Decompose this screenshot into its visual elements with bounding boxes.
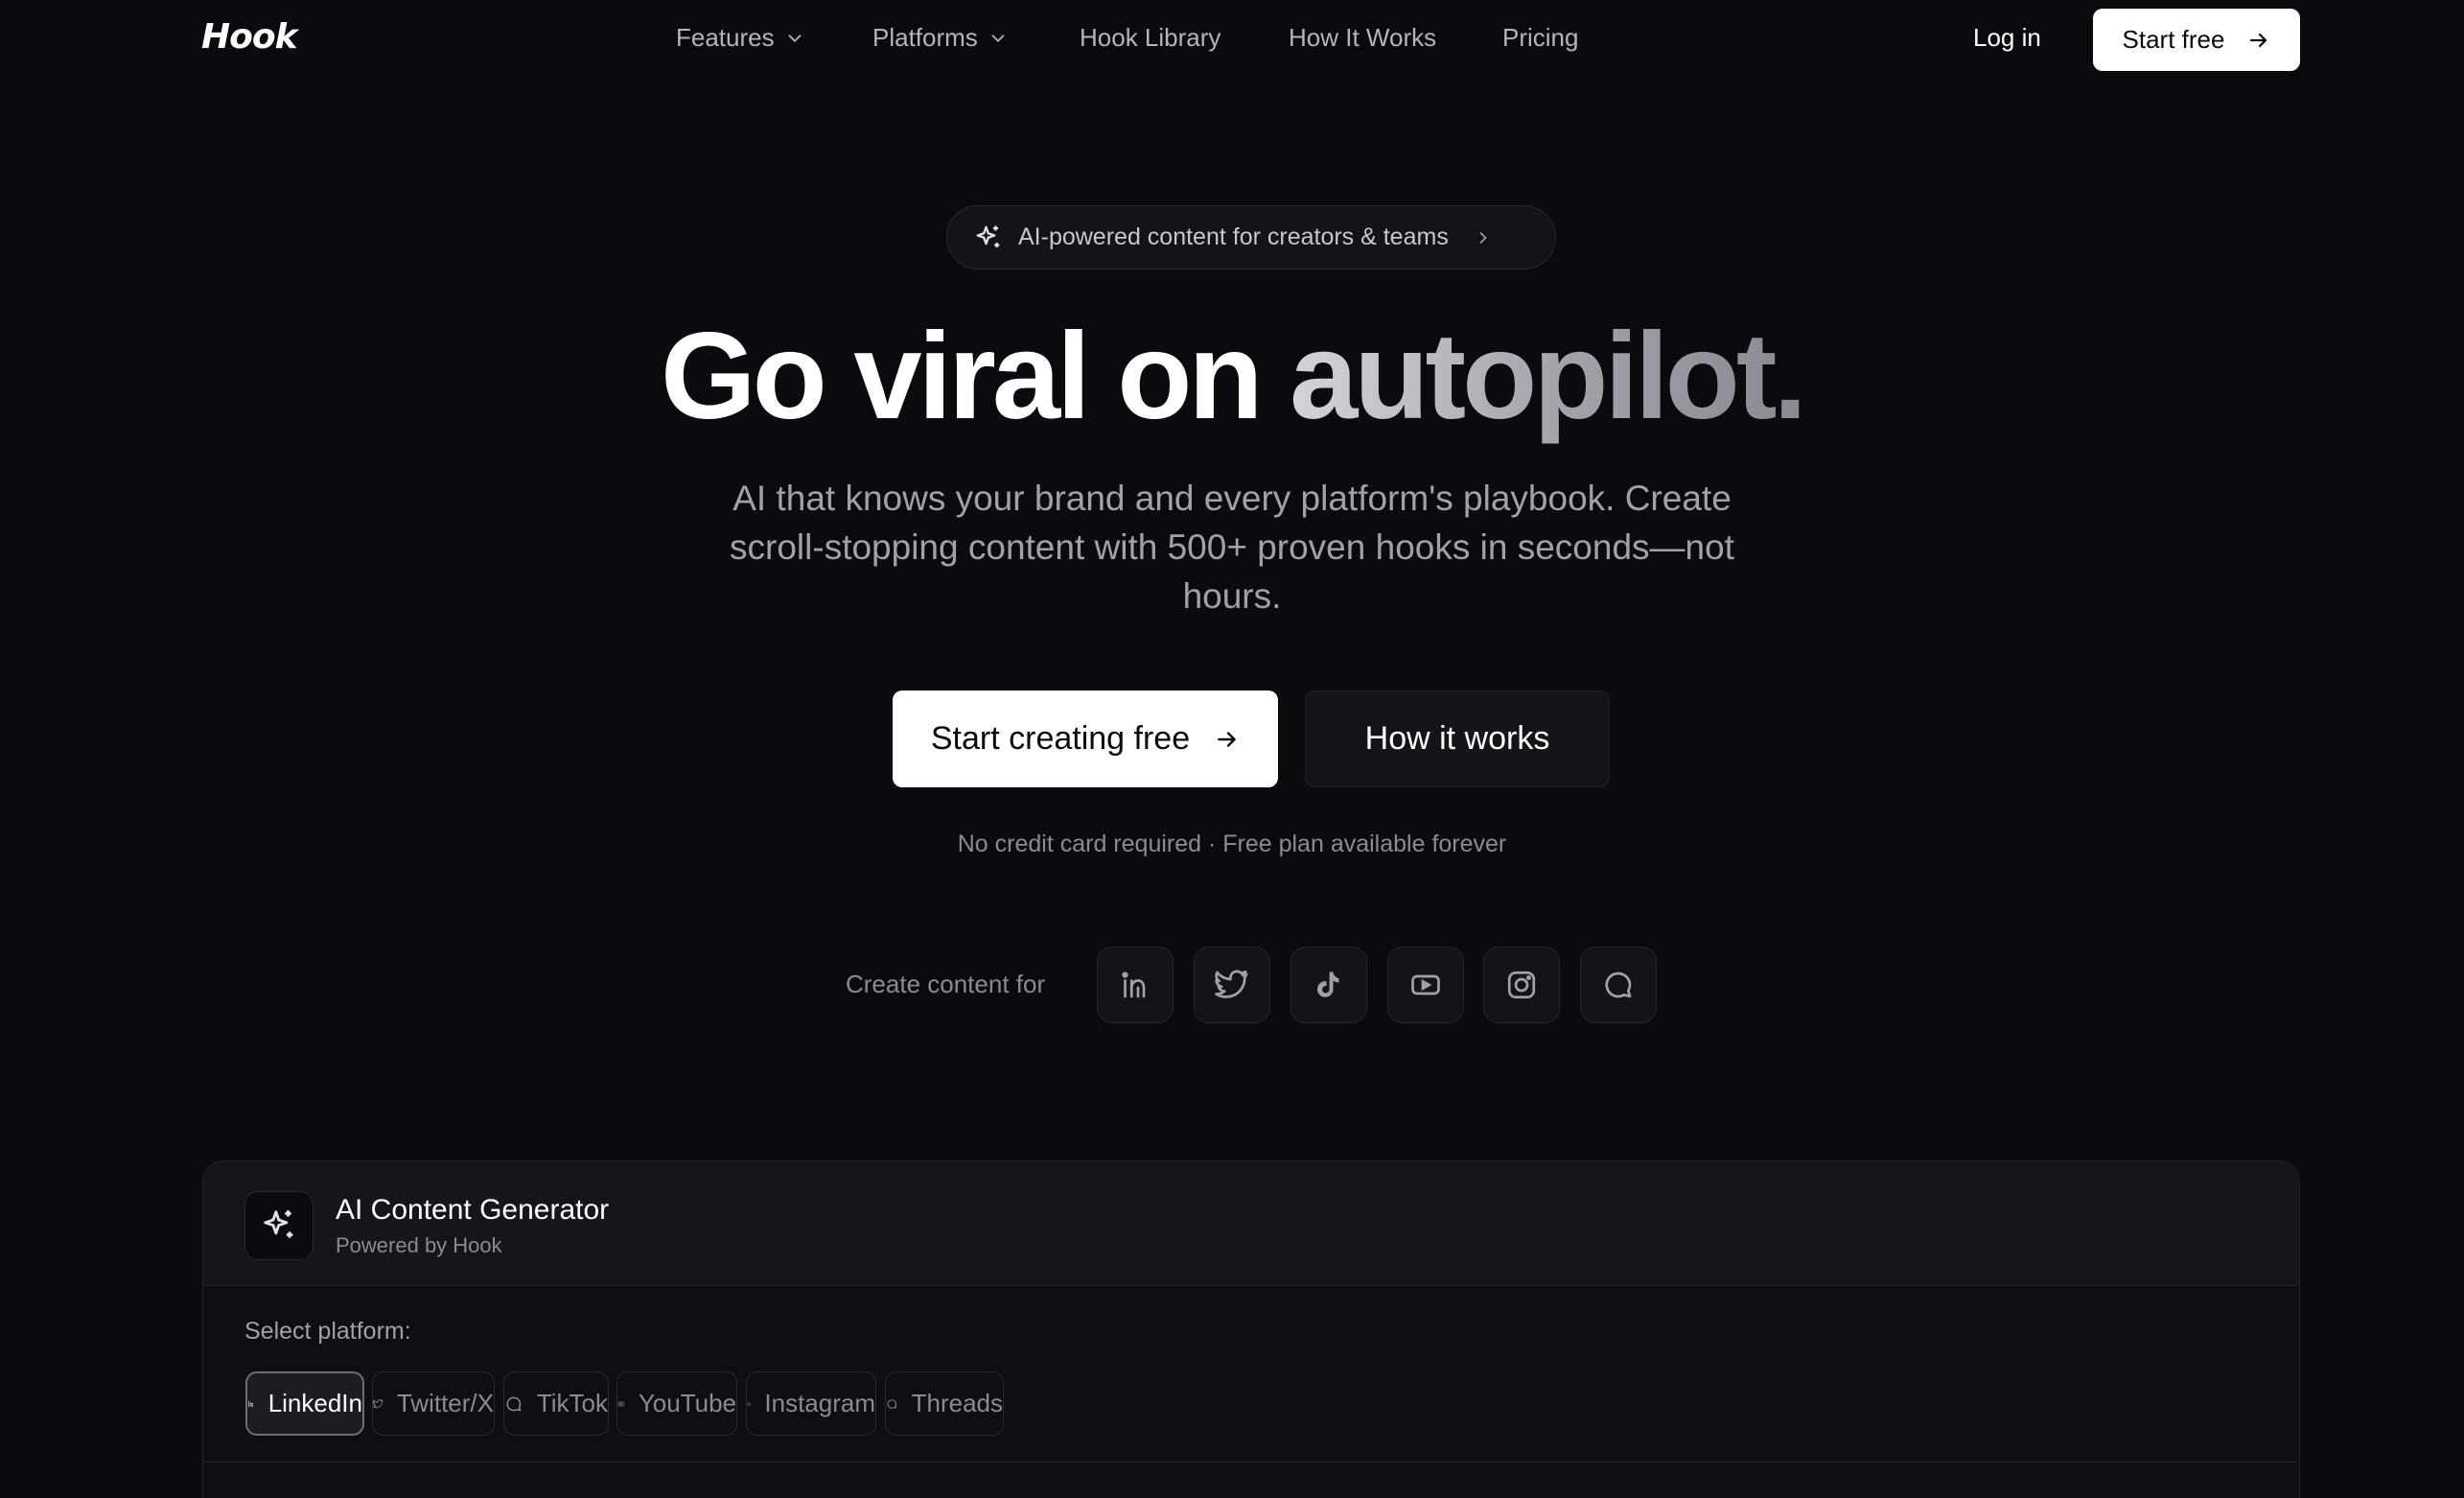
card-icon-box	[244, 1191, 314, 1260]
headline-gradient: autopilot.	[1290, 308, 1807, 445]
how-it-works-button[interactable]: How it works	[1305, 690, 1610, 787]
login-link[interactable]: Log in	[1973, 23, 2041, 53]
nav-how-it-works[interactable]: How It Works	[1289, 23, 1436, 53]
instagram-icon	[747, 1401, 751, 1406]
badge-text: AI-powered content for creators & teams	[1018, 223, 1449, 250]
start-creating-label: Start creating free	[930, 720, 1191, 757]
youtube-icon	[1411, 974, 1440, 995]
twitter-icon	[373, 1398, 384, 1408]
headline-white: Go viral on	[661, 308, 1290, 445]
linkedin-icon	[247, 1400, 254, 1407]
arrow-right-icon	[2250, 33, 2267, 47]
platform-twitter[interactable]	[1194, 947, 1270, 1023]
start-free-button[interactable]: Start free	[2093, 9, 2300, 71]
card-subtitle: Powered by Hook	[336, 1233, 502, 1257]
youtube-icon	[617, 1401, 625, 1406]
start-free-label: Start free	[2122, 25, 2225, 54]
instagram-icon	[1507, 971, 1536, 999]
chip-tiktok[interactable]: TikTok	[503, 1371, 609, 1436]
platform-youtube[interactable]	[1387, 947, 1464, 1023]
hero-headline: Go viral on autopilot.	[0, 305, 2464, 449]
sparkles-icon	[976, 225, 1000, 247]
nav-hook-library[interactable]: Hook Library	[1080, 23, 1220, 53]
chip-instagram-label: Instagram	[764, 1389, 875, 1417]
tiktok-icon	[1317, 971, 1339, 997]
top-header: Hook Features Platforms Hook Library How…	[0, 0, 2464, 81]
card-title: AI Content Generator	[336, 1194, 610, 1226]
ai-content-generator-card: AI Content Generator Powered by Hook Sel…	[202, 1160, 2300, 1498]
platform-threads[interactable]	[1580, 947, 1657, 1023]
chip-threads-label: Threads	[911, 1389, 1003, 1417]
nav-pricing-label: Pricing	[1502, 23, 1579, 52]
start-creating-button[interactable]: Start creating free	[893, 690, 1278, 787]
platform-instagram[interactable]	[1483, 947, 1560, 1023]
sparkles-icon	[264, 1210, 293, 1238]
nav-features-label: Features	[676, 23, 775, 52]
chevron-down-icon	[991, 34, 1005, 42]
chip-twitter-label: Twitter/X	[396, 1389, 494, 1417]
chip-youtube[interactable]: YouTube	[616, 1371, 737, 1436]
platform-linkedin[interactable]	[1097, 947, 1174, 1023]
chat-bubble-icon	[887, 1398, 896, 1409]
nav-features[interactable]: Features	[676, 23, 805, 53]
twitter-icon	[1215, 970, 1248, 998]
chip-linkedin[interactable]: LinkedIn	[245, 1371, 364, 1436]
create-for-label: Create content for	[846, 970, 1046, 998]
card-divider	[203, 1462, 2299, 1463]
nav-platforms-label: Platforms	[872, 23, 978, 52]
hero-subhead: AI that knows your brand and every platf…	[730, 479, 1734, 616]
nav-how-it-works-label: How It Works	[1289, 23, 1437, 52]
platform-tiktok[interactable]	[1290, 947, 1367, 1023]
linkedin-icon	[1122, 971, 1146, 998]
no-credit-card-note: No credit card required · Free plan avai…	[957, 831, 1507, 857]
chevron-down-icon	[788, 34, 802, 42]
nav-hook-library-label: Hook Library	[1080, 23, 1221, 52]
select-platform-label: Select platform:	[244, 1318, 411, 1345]
chevron-right-icon	[1479, 231, 1487, 244]
chat-bubble-icon	[506, 1396, 522, 1411]
chip-twitter[interactable]: Twitter/X	[372, 1371, 495, 1436]
arrow-right-icon	[1218, 731, 1236, 747]
threads-icon	[1605, 971, 1632, 998]
chip-linkedin-label: LinkedIn	[267, 1389, 362, 1417]
landing-page: Hook Features Platforms Hook Library How…	[0, 0, 2464, 1498]
chip-instagram[interactable]: Instagram	[746, 1371, 876, 1436]
chip-tiktok-label: TikTok	[536, 1389, 608, 1417]
card-header: AI Content Generator Powered by Hook	[203, 1161, 2299, 1286]
how-it-works-label: How it works	[1364, 720, 1550, 757]
chip-threads[interactable]: Threads	[885, 1371, 1004, 1436]
chip-youtube-label: YouTube	[638, 1389, 736, 1417]
nav-platforms[interactable]: Platforms	[872, 23, 1009, 53]
announcement-badge[interactable]: AI-powered content for creators & teams	[946, 205, 1556, 269]
nav-pricing[interactable]: Pricing	[1502, 23, 1578, 53]
